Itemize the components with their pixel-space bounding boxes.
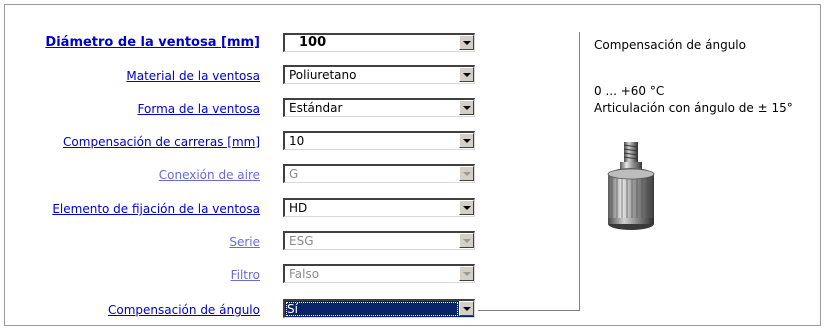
select-stroke-compensation[interactable]: 10 [283, 131, 475, 150]
info-title: Compensación de ángulo [594, 38, 746, 52]
row-fixing-element: Elemento de fijación de la ventosa HD [0, 196, 480, 222]
dropdown-arrow-icon [459, 166, 474, 181]
dropdown-arrow-icon[interactable] [459, 35, 474, 50]
select-fixing-element[interactable]: HD [283, 198, 475, 217]
select-stroke-compensation-value: 10 [289, 134, 305, 148]
label-suction-cup-material[interactable]: Material de la ventosa [126, 69, 260, 83]
row-stroke-compensation: Compensación de carreras [mm] 10 [0, 129, 480, 155]
dropdown-arrow-icon [459, 266, 474, 281]
label-air-connection[interactable]: Conexión de aire [159, 168, 260, 182]
angle-compensator-part-image [607, 142, 655, 230]
select-filter: Falso [283, 264, 475, 283]
select-air-connection: G [283, 164, 475, 183]
select-suction-cup-diameter[interactable]: 100 [283, 33, 475, 52]
row-suction-cup-diameter: Diámetro de la ventosa [mm] 100 [0, 31, 480, 57]
info-articulation: Articulación con ángulo de ± 15° [594, 101, 793, 115]
select-filter-value: Falso [289, 267, 320, 281]
row-suction-cup-material: Material de la ventosa Poliuretano [0, 63, 480, 89]
select-suction-cup-material-value: Poliuretano [289, 68, 357, 82]
select-angle-compensation[interactable]: Sí [283, 299, 475, 318]
select-angle-compensation-value: Sí [287, 302, 298, 316]
row-air-connection: Conexión de aire G [0, 162, 480, 188]
dropdown-arrow-icon[interactable] [459, 100, 474, 115]
label-suction-cup-shape[interactable]: Forma de la ventosa [138, 102, 260, 116]
dropdown-arrow-icon[interactable] [459, 301, 474, 316]
focus-rectangle [286, 302, 458, 316]
row-suction-cup-shape: Forma de la ventosa Estándar [0, 96, 480, 122]
select-series-value: ESG [289, 234, 314, 248]
select-suction-cup-material[interactable]: Poliuretano [283, 65, 475, 84]
label-angle-compensation[interactable]: Compensación de ángulo [108, 303, 260, 317]
row-series: Serie ESG [0, 229, 480, 255]
label-stroke-compensation[interactable]: Compensación de carreras [mm] [63, 135, 260, 149]
dropdown-arrow-icon [459, 233, 474, 248]
divider-line [579, 32, 580, 311]
label-suction-cup-diameter[interactable]: Diámetro de la ventosa [mm] [45, 35, 260, 50]
dropdown-arrow-icon[interactable] [459, 133, 474, 148]
info-temperature: 0 ... +60 °C [594, 84, 665, 98]
row-angle-compensation: Compensación de ángulo Sí [0, 297, 480, 323]
select-series: ESG [283, 231, 475, 250]
label-series[interactable]: Serie [229, 235, 260, 249]
dropdown-arrow-icon[interactable] [459, 67, 474, 82]
select-suction-cup-diameter-value: 100 [299, 35, 327, 50]
select-suction-cup-shape[interactable]: Estándar [283, 98, 475, 117]
select-fixing-element-value: HD [289, 201, 308, 215]
dropdown-arrow-icon[interactable] [459, 200, 474, 215]
select-suction-cup-shape-value: Estándar [289, 101, 343, 115]
connector-line [478, 310, 579, 311]
select-air-connection-value: G [289, 167, 299, 181]
row-filter: Filtro Falso [0, 262, 480, 288]
label-filter[interactable]: Filtro [231, 268, 260, 282]
label-fixing-element[interactable]: Elemento de fijación de la ventosa [52, 202, 260, 216]
